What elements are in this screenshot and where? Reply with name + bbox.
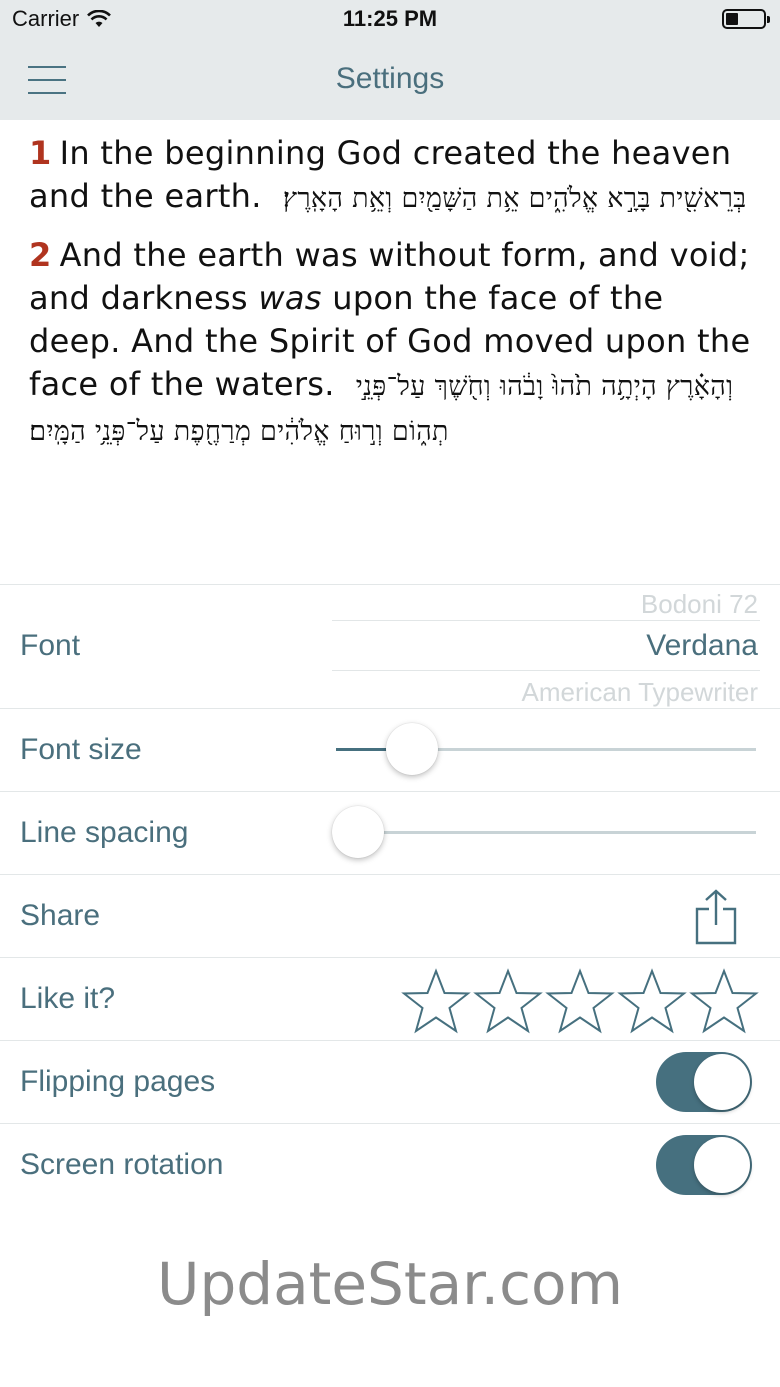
flipping-pages-label: Flipping pages	[20, 1065, 216, 1098]
verse-1: 1 In the beginning God created the heaven…	[29, 132, 752, 220]
battery-icon	[722, 9, 770, 29]
screen-rotation-label: Screen rotation	[20, 1148, 224, 1181]
verse-number: 2	[29, 236, 52, 274]
toggle-knob	[694, 1054, 750, 1110]
verse-2: 2 And the earth was without form, and voi…	[29, 234, 752, 453]
font-row: Font Bodoni 72 Verdana American Typewrit…	[0, 584, 780, 708]
like-row: Like it?	[0, 957, 780, 1040]
font-option-selected[interactable]: Verdana	[646, 629, 758, 663]
verse-hebrew-text: בְּרֵאשִׁ֖ית בָּרָ֣א אֱלֹהִ֑ים אֵ֥ת הַשָ…	[282, 183, 747, 214]
font-size-slider-thumb[interactable]	[385, 723, 438, 775]
toggle-knob	[694, 1137, 750, 1193]
page-title: Settings	[335, 62, 445, 95]
share-row[interactable]: Share	[0, 874, 780, 957]
font-label: Font	[20, 629, 81, 662]
star-icon[interactable]	[616, 968, 688, 1034]
clock: 11:25 PM	[342, 6, 438, 31]
verse-number: 1	[29, 134, 52, 172]
font-size-row: Font size	[0, 708, 780, 791]
font-option-bodoni[interactable]: Bodoni 72	[641, 589, 758, 620]
line-spacing-row: Line spacing	[0, 791, 780, 874]
picker-divider	[332, 670, 760, 671]
line-spacing-slider-thumb[interactable]	[332, 806, 384, 858]
line-spacing-slider[interactable]	[336, 831, 756, 834]
screen-rotation-row: Screen rotation	[0, 1123, 780, 1206]
flipping-pages-row: Flipping pages	[0, 1040, 780, 1123]
like-label: Like it?	[20, 982, 116, 1015]
star-icon[interactable]	[688, 968, 760, 1034]
settings-list: Font Bodoni 72 Verdana American Typewrit…	[0, 584, 780, 1206]
flipping-pages-toggle[interactable]	[656, 1052, 752, 1112]
share-icon[interactable]	[694, 889, 738, 945]
screen-rotation-toggle[interactable]	[656, 1135, 752, 1195]
star-icon[interactable]	[472, 968, 544, 1034]
font-option-american-typewriter[interactable]: American Typewriter	[522, 677, 759, 708]
watermark: UpdateStar.com	[157, 1250, 623, 1318]
rating-stars[interactable]	[400, 968, 760, 1034]
star-icon[interactable]	[400, 968, 472, 1034]
verse-preview: 1 In the beginning God created the heaven…	[0, 120, 780, 584]
verse-text-italic: was	[258, 279, 322, 317]
share-label: Share	[20, 899, 101, 932]
line-spacing-label: Line spacing	[20, 816, 189, 849]
nav-bar: Settings	[0, 40, 780, 120]
star-icon[interactable]	[544, 968, 616, 1034]
picker-divider	[332, 620, 760, 621]
status-bar: Carrier 11:25 PM	[0, 0, 780, 40]
font-size-label: Font size	[20, 733, 142, 766]
